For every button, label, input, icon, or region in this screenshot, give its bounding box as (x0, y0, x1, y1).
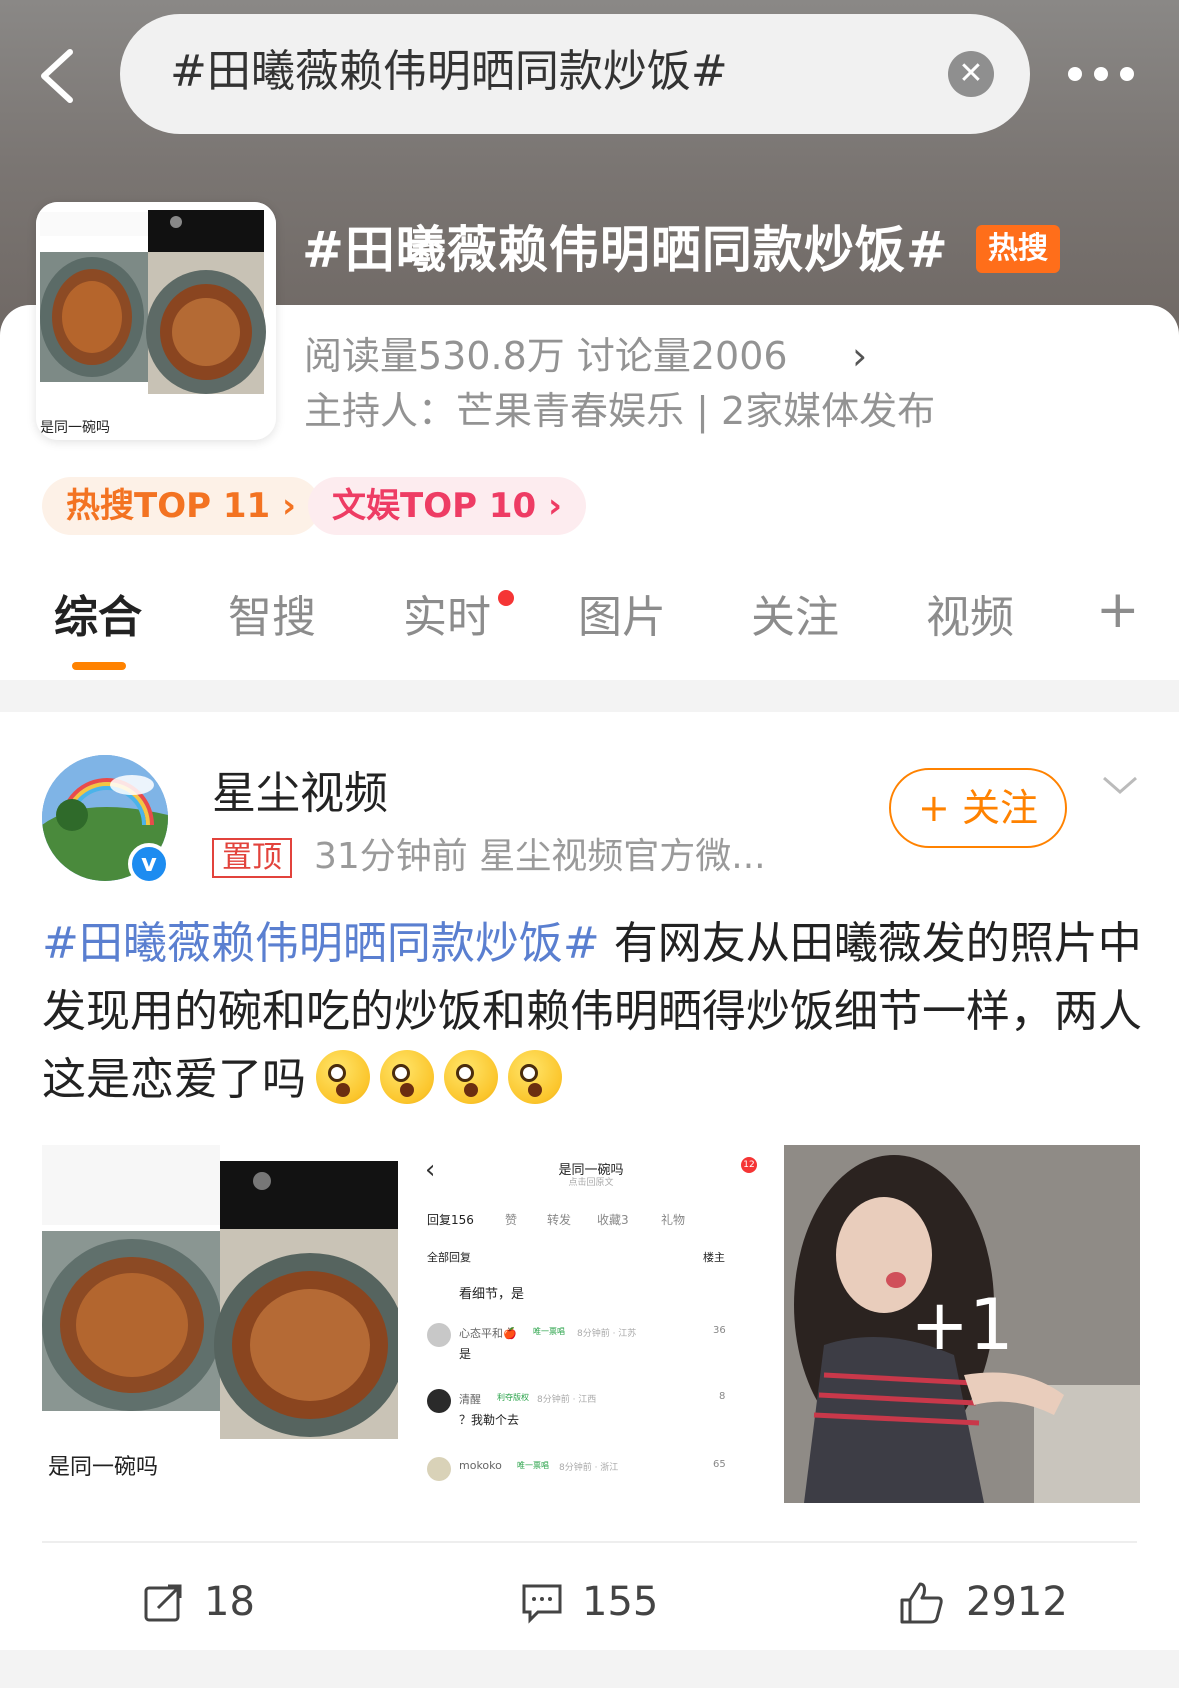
hot-search-badge: 热搜 (976, 225, 1060, 273)
screenshot-tab: 赞 (505, 1213, 518, 1227)
dot-icon (1120, 67, 1134, 81)
like-count: 2912 (966, 1579, 1068, 1625)
comment-icon (522, 1584, 562, 1624)
hashtag-link[interactable]: #田曦薇赖伟明晒同款炒饭# (42, 918, 600, 969)
comment-meta: 8分钟前 · 江苏 (577, 1329, 637, 1339)
comment-count: 155 (582, 1579, 659, 1625)
comment-likes: 8 (719, 1391, 726, 1402)
follow-button[interactable]: + 关注 (889, 768, 1067, 848)
surprised-face-icon (316, 1050, 370, 1104)
active-tab-indicator (72, 662, 126, 670)
comment-button[interactable]: 155 (520, 1572, 658, 1632)
screenshot-tab: 收藏3 (597, 1213, 629, 1227)
comment-meta: 8分钟前 · 江西 (537, 1395, 597, 1405)
hot-search-rank-pill[interactable]: 热搜TOP 11 › (42, 477, 321, 535)
surprised-face-icon (508, 1050, 562, 1104)
thumbs-up-icon (900, 1582, 943, 1624)
comment-author: 心态平和🍎 (459, 1327, 517, 1340)
screenshot-tab: 礼物 (661, 1213, 686, 1227)
tab-images[interactable]: 图片 (578, 588, 666, 648)
comment-text: 是 (459, 1347, 472, 1361)
tab-video[interactable]: 视频 (926, 588, 1014, 648)
divider (42, 1541, 1137, 1543)
post-actions: 18 155 2912 (0, 1550, 1179, 1650)
tab-following[interactable]: 关注 (751, 588, 839, 648)
post-image-grid: 是同一碗吗 ‹ 是同一碗吗 点击回原文 12 回复156 赞 转发 收藏3 礼物… (42, 1145, 1140, 1503)
verified-icon: v (128, 843, 170, 885)
chevron-down-icon (1103, 776, 1137, 794)
screenshot-section-tag: 楼主 (703, 1251, 725, 1264)
search-query[interactable]: #田曦薇赖伟明晒同款炒饭# (170, 42, 728, 102)
search-bar[interactable]: #田曦薇赖伟明晒同款炒饭# ✕ (120, 14, 1030, 134)
repost-icon (144, 1584, 182, 1622)
comment-text: ？我勒个去 (459, 1413, 520, 1427)
post-image-2[interactable]: ‹ 是同一碗吗 点击回原文 12 回复156 赞 转发 收藏3 礼物 全部回复 … (413, 1145, 769, 1503)
read-and-discussion-count: 阅读量530.8万 讨论量2006 (304, 334, 788, 378)
topic-host: 主持人：芒果青春娱乐 | 2家媒体发布 (304, 389, 936, 433)
comment-tag: 唯一票唱 (533, 1327, 565, 1336)
topic-thumbnail[interactable]: 是同一碗吗 (36, 202, 276, 440)
chevron-left-icon (41, 49, 73, 103)
dot-icon (1094, 67, 1108, 81)
comment-author: mokoko (459, 1459, 502, 1472)
comment-meta: 8分钟前 · 浙江 (559, 1463, 619, 1473)
screenshot-tab: 回复156 (427, 1213, 474, 1227)
surprised-face-icon (444, 1050, 498, 1104)
new-content-dot (498, 590, 514, 606)
entertainment-rank-pill[interactable]: 文娱TOP 10 › (308, 477, 587, 535)
tab-realtime[interactable]: 实时 (403, 588, 491, 648)
post-meta: 31分钟前 星尘视频官方微... (314, 836, 766, 877)
comment-tag: 利夺版权 (497, 1393, 529, 1402)
image-caption: 是同一碗吗 (48, 1455, 159, 1480)
comment-tag: 唯一票唱 (517, 1461, 549, 1470)
thumbnail-caption: 是同一碗吗 (40, 420, 110, 436)
tab-smart-search[interactable]: 智搜 (228, 588, 316, 648)
chevron-right-icon: › (852, 334, 868, 378)
clear-search-button[interactable]: ✕ (948, 51, 994, 97)
topic-title: #田曦薇赖伟明晒同款炒饭# (302, 221, 949, 279)
dot-icon (1068, 67, 1082, 81)
comment-author: 清醒 (459, 1393, 481, 1406)
topic-page: #田曦薇赖伟明晒同款炒饭# ✕ 是同一碗吗 #田曦薇赖伟明晒同款炒饭# 热搜 阅… (0, 0, 1179, 1688)
screenshot-subtitle: 点击回原文 (568, 1178, 614, 1188)
screenshot-tab: 转发 (547, 1213, 572, 1227)
notification-badge: 12 (741, 1157, 757, 1173)
comment-avatar (427, 1457, 451, 1481)
add-tab-button[interactable]: + (1096, 580, 1140, 640)
repost-count: 18 (204, 1579, 255, 1625)
more-options-button[interactable] (1068, 66, 1146, 82)
comment-text: 看细节，是 (459, 1287, 525, 1302)
back-button[interactable] (34, 46, 84, 106)
comment-avatar (427, 1323, 451, 1347)
comment-likes: 36 (713, 1325, 726, 1336)
close-icon: ✕ (958, 56, 984, 91)
weibo-post: v 星尘视频 置顶 31分钟前 星尘视频官方微... + 关注 #田曦薇赖伟明晒… (0, 712, 1179, 1650)
like-button[interactable]: 2912 (898, 1572, 1068, 1632)
surprised-face-icon (380, 1050, 434, 1104)
more-images-count: +1 (910, 1284, 1014, 1366)
search-tabs: 综合 智搜 实时 图片 关注 视频 + (0, 580, 1179, 680)
tab-comprehensive[interactable]: 综合 (54, 588, 142, 648)
topic-stats[interactable]: 阅读量530.8万 讨论量2006 › (304, 330, 867, 382)
screenshot-section: 全部回复 (427, 1251, 471, 1264)
post-image-1[interactable]: 是同一碗吗 (42, 1145, 398, 1503)
repost-button[interactable]: 18 (142, 1572, 255, 1632)
post-image-3[interactable]: +1 (784, 1145, 1140, 1503)
username[interactable]: 星尘视频 (212, 764, 388, 824)
post-menu-button[interactable] (1098, 770, 1142, 800)
comment-likes: 65 (713, 1459, 726, 1470)
pinned-badge: 置顶 (212, 838, 292, 878)
post-text: #田曦薇赖伟明晒同款炒饭# 有网友从田曦薇发的照片中发现用的碗和吃的炒饭和赖伟明… (42, 910, 1142, 1114)
comment-avatar (427, 1389, 451, 1413)
